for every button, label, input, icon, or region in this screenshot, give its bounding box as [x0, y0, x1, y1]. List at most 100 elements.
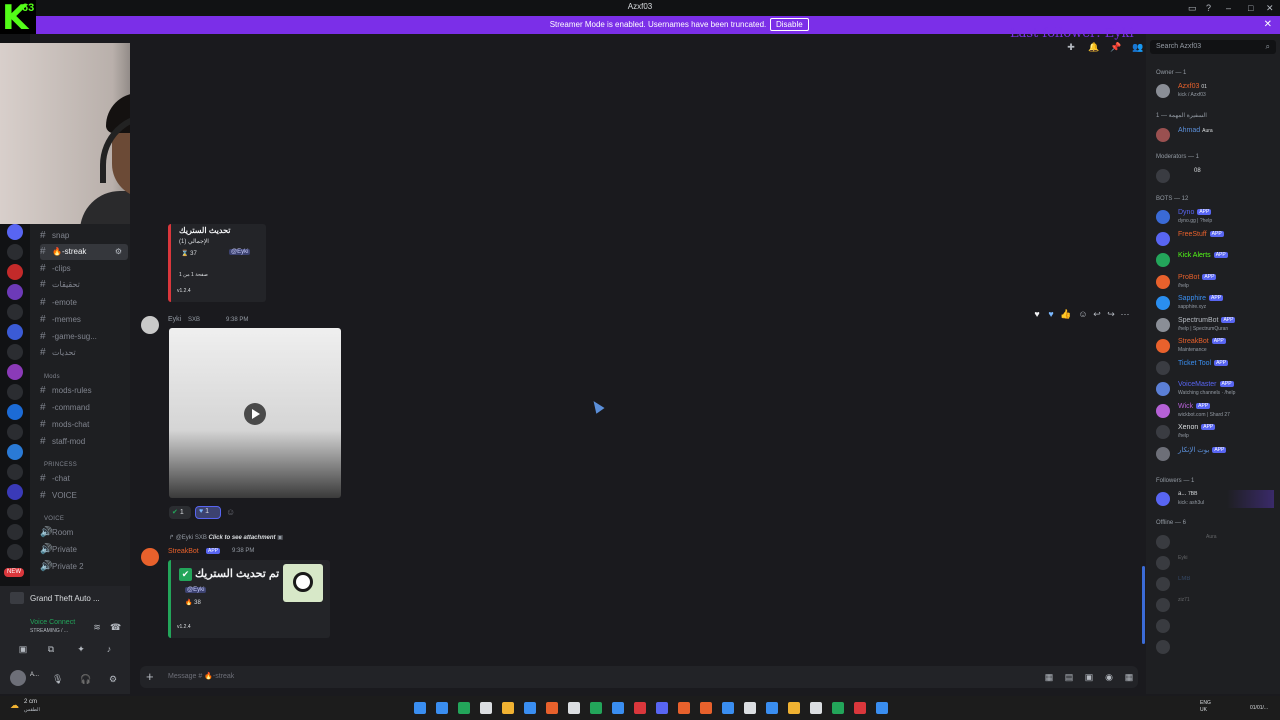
- category-mods[interactable]: Mods: [44, 374, 60, 380]
- server-icon[interactable]: [7, 544, 23, 560]
- user-settings-icon[interactable]: ⚙: [108, 674, 118, 684]
- channel-item[interactable]: # staff-mod: [40, 434, 128, 450]
- activities-icon[interactable]: ✦: [76, 644, 86, 654]
- member-item[interactable]: 08: [1156, 167, 1274, 185]
- reaction-check[interactable]: ✔ 1: [169, 506, 191, 519]
- channel-item[interactable]: # -clips: [40, 261, 128, 277]
- bot-member-item[interactable]: Dyno APP dyno.gg | ?help: [1156, 208, 1274, 226]
- channel-item[interactable]: # -command: [40, 400, 128, 416]
- settings-icon[interactable]: ⚙: [115, 244, 122, 260]
- bot-member-item[interactable]: Xenon APP/help: [1156, 423, 1274, 441]
- screen-share-icon[interactable]: ⧉: [46, 644, 56, 654]
- member-item[interactable]: a... 7BB kick: ash3ul: [1156, 490, 1274, 508]
- add-reaction-icon[interactable]: ☺: [226, 507, 235, 517]
- channel-item[interactable]: # -emote: [40, 295, 128, 311]
- taskbar-app-icon[interactable]: [590, 702, 602, 714]
- channel-item[interactable]: # -game-sug...: [40, 329, 128, 345]
- channel-item[interactable]: # تحقيقات: [40, 277, 128, 293]
- gif-icon[interactable]: ▣: [1084, 672, 1094, 682]
- member-item[interactable]: ziz71: [1156, 596, 1274, 614]
- scrollbar[interactable]: [1142, 566, 1145, 644]
- taskbar-app-icon[interactable]: [854, 702, 866, 714]
- server-icon[interactable]: [7, 424, 23, 440]
- taskbar-app-icon[interactable]: [810, 702, 822, 714]
- server-icon[interactable]: [7, 304, 23, 320]
- avatar[interactable]: [141, 548, 159, 566]
- voice-channel-item[interactable]: 🔊Room: [40, 525, 128, 541]
- channel-item[interactable]: # -chat: [40, 471, 128, 487]
- video-icon[interactable]: ▣: [18, 644, 28, 654]
- taskbar-app-icon[interactable]: [524, 702, 536, 714]
- server-icon[interactable]: [7, 444, 23, 460]
- emoji-icon[interactable]: ▦: [1124, 672, 1134, 682]
- minimize-button[interactable]: –: [1226, 3, 1231, 13]
- channel-item[interactable]: # mods-rules: [40, 383, 128, 399]
- message-input[interactable]: + Message # 🔥-streak ▦ ▤ ▣ ◉ ▦: [140, 666, 1138, 688]
- taskbar-app-icon[interactable]: [546, 702, 558, 714]
- server-icon[interactable]: [7, 244, 23, 260]
- noise-suppression-icon[interactable]: ≋: [92, 622, 102, 632]
- server-icon[interactable]: [7, 404, 23, 420]
- taskbar-app-icon[interactable]: [876, 702, 888, 714]
- disable-streamer-mode-button[interactable]: Disable: [770, 18, 809, 31]
- server-icon[interactable]: [7, 344, 23, 360]
- member-item[interactable]: [1156, 617, 1274, 635]
- pin-icon[interactable]: 📌: [1110, 42, 1121, 52]
- voice-channel-item[interactable]: 🔊Private 2: [40, 559, 128, 575]
- taskbar-app-icon[interactable]: [414, 702, 426, 714]
- reply-preview[interactable]: ↱ @Eyki SXB Click to see attachment ▣: [169, 534, 283, 541]
- channel-item[interactable]: # mods-chat: [40, 417, 128, 433]
- close-window-button[interactable]: ✕: [1266, 3, 1274, 14]
- bot-member-item[interactable]: VoiceMaster APP Watching channels · /help: [1156, 380, 1274, 398]
- channel-item[interactable]: # تحديات: [40, 345, 128, 361]
- bot-member-item[interactable]: StreakBot APP Maintenance: [1156, 337, 1274, 355]
- bot-member-item[interactable]: بوت الإنكار APP: [1156, 445, 1274, 463]
- bot-member-item[interactable]: FreeStuff APP: [1156, 230, 1274, 248]
- apps-icon[interactable]: ▦: [1044, 672, 1054, 682]
- language[interactable]: ENG: [1200, 700, 1211, 706]
- more-icon[interactable]: ⋯: [1120, 309, 1130, 319]
- server-icon[interactable]: [7, 284, 23, 300]
- headset-icon[interactable]: 🎧: [80, 674, 91, 684]
- mention[interactable]: @Eyki: [229, 249, 251, 255]
- member-item[interactable]: Aura: [1156, 533, 1274, 551]
- bot-member-item[interactable]: Ticket Tool APP: [1156, 359, 1274, 377]
- heart-reaction-icon[interactable]: ♥: [1032, 309, 1042, 319]
- add-attachment-icon[interactable]: +: [146, 669, 154, 684]
- reply-icon[interactable]: ↩: [1092, 309, 1102, 319]
- clock-date[interactable]: 01/01/...: [1250, 705, 1268, 711]
- sticker-icon[interactable]: ◉: [1104, 672, 1114, 682]
- taskbar-app-icon[interactable]: [656, 702, 668, 714]
- search-input[interactable]: Search Azxf03 ⌕: [1150, 40, 1276, 54]
- blue-heart-icon[interactable]: ♥: [1046, 309, 1056, 319]
- voice-connected-label[interactable]: Voice Connect: [30, 619, 75, 626]
- avatar[interactable]: [10, 670, 26, 686]
- taskbar-app-icon[interactable]: [788, 702, 800, 714]
- server-icon[interactable]: [7, 224, 23, 240]
- bot-member-item[interactable]: Wick APP wickbot.com | Shard 27: [1156, 402, 1274, 420]
- add-reaction-icon[interactable]: ☺: [1078, 309, 1088, 319]
- category-voice[interactable]: VOICE: [44, 516, 64, 522]
- taskbar-app-icon[interactable]: [502, 702, 514, 714]
- bot-member-item[interactable]: ProBot APP/help: [1156, 273, 1274, 291]
- taskbar-app-icon[interactable]: [744, 702, 756, 714]
- channel-item[interactable]: # snap: [40, 228, 128, 244]
- server-icon[interactable]: [7, 484, 23, 500]
- member-item[interactable]: LMB: [1156, 575, 1274, 593]
- server-icon[interactable]: [7, 524, 23, 540]
- channel-item[interactable]: # VOICE: [40, 488, 128, 504]
- category-princess[interactable]: PRINCESS: [44, 462, 77, 468]
- message-author[interactable]: Eyki: [168, 316, 181, 323]
- reaction-heart[interactable]: ♥ 1: [195, 506, 221, 519]
- taskbar-app-icon[interactable]: [480, 702, 492, 714]
- member-item[interactable]: Azxf03 01 kick / Azxf03: [1156, 82, 1274, 100]
- taskbar-app-icon[interactable]: [612, 702, 624, 714]
- banner-close-icon[interactable]: ✕: [1264, 19, 1272, 30]
- bot-member-item[interactable]: Sapphire APP sapphire.xyz: [1156, 294, 1274, 312]
- mention[interactable]: @Eyki: [185, 587, 207, 593]
- inbox-icon[interactable]: ▭: [1188, 3, 1197, 14]
- server-icon[interactable]: [7, 384, 23, 400]
- play-button[interactable]: [244, 403, 266, 425]
- disconnect-icon[interactable]: ☎: [110, 622, 121, 632]
- video-attachment[interactable]: [169, 328, 341, 498]
